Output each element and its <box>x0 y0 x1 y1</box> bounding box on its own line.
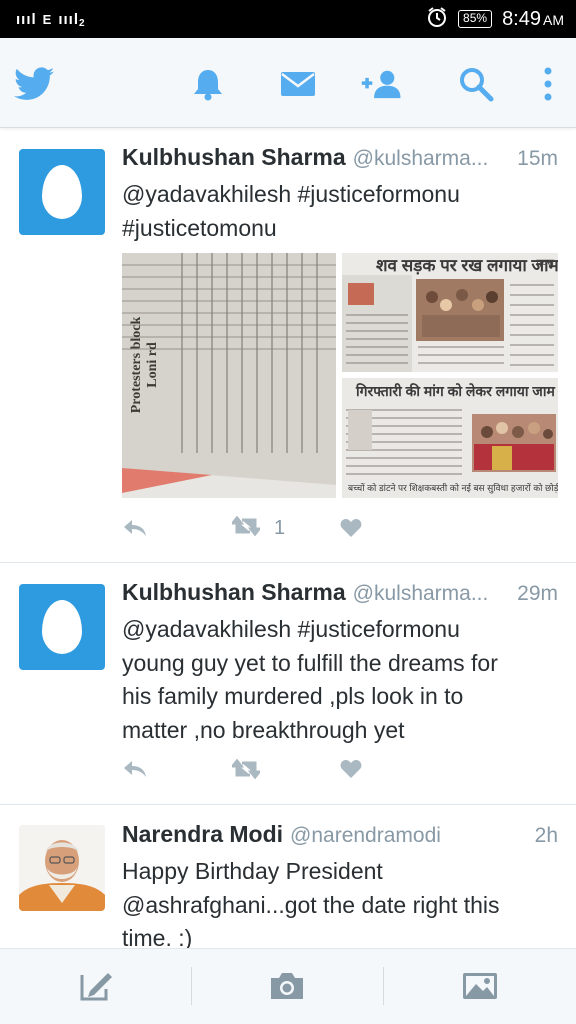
media-headline-top: शव सड़क पर रख लगाया जाम <box>376 256 558 275</box>
search-icon[interactable] <box>454 62 498 106</box>
signal-strength-1: ıııl <box>16 10 37 28</box>
alarm-icon <box>426 6 448 33</box>
battery-indicator: 85% <box>458 10 493 28</box>
media-photo-newspaper-3[interactable]: गिरफ्तारी की मांग को लेकर लगाया जाम बच्च… <box>342 378 558 498</box>
twitter-bird-icon[interactable] <box>12 62 56 106</box>
bottom-compose-bar <box>0 948 576 1024</box>
tweet-text: @yadavakhilesh #justiceformonu young guy… <box>122 616 498 743</box>
avatar-default-egg[interactable] <box>19 149 105 235</box>
reply-icon[interactable] <box>122 755 148 783</box>
avatar-default-egg[interactable] <box>19 584 105 670</box>
sim-index: 2 <box>79 17 86 29</box>
tweet-item[interactable]: Kulbhushan Sharma @kulsharma... 15m @yad… <box>0 128 576 563</box>
signal-strength-2: ıııl <box>58 10 80 28</box>
like-heart-icon[interactable] <box>340 514 362 542</box>
tweet-author-name[interactable]: Kulbhushan Sharma <box>122 144 346 171</box>
media-footer-2: बस्ती को नई बस सुविधा हजारों को छोड़ी <box>431 483 558 493</box>
media-photo-newspaper-2[interactable]: शव सड़क पर रख लगाया जाम एक्स <box>342 253 558 372</box>
retweet-button[interactable]: 1 <box>229 514 286 542</box>
tweet-author-handle[interactable]: @narendramodi <box>290 824 525 848</box>
signal-indicators: ıııl E ıııl 2 <box>16 10 86 29</box>
tweet-author-name[interactable]: Narendra Modi <box>122 821 283 848</box>
more-options-icon[interactable] <box>526 62 570 106</box>
messages-envelope-icon[interactable] <box>276 62 320 106</box>
photo-gallery-icon[interactable] <box>452 961 508 1011</box>
status-bar: ıııl E ıııl 2 85% 8:49 AM <box>0 0 576 38</box>
timeline-feed[interactable]: Kulbhushan Sharma @kulsharma... 15m @yad… <box>0 128 576 948</box>
network-type: E <box>42 11 53 27</box>
clock-ampm: AM <box>543 11 564 28</box>
camera-icon[interactable] <box>259 961 315 1011</box>
media-photo-newspaper-1[interactable]: Protesters block Loni rd <box>122 253 336 498</box>
compose-tweet-icon[interactable] <box>68 961 124 1011</box>
retweet-icon[interactable] <box>232 755 260 783</box>
add-user-icon[interactable] <box>360 62 404 106</box>
media-footer-1: बच्चों को डांटने पर शिक्षक <box>348 483 432 493</box>
retweet-icon <box>229 515 263 541</box>
tweet-item[interactable]: Kulbhushan Sharma @kulsharma... 29m @yad… <box>0 563 576 805</box>
clock-time: 8:49 <box>502 7 541 30</box>
notifications-bell-icon[interactable] <box>186 62 230 106</box>
tweet-author-handle[interactable]: @kulsharma... <box>353 582 507 606</box>
like-heart-icon[interactable] <box>340 755 362 783</box>
tweet-item[interactable]: Narendra Modi @narendramodi 2h Happy Bir… <box>0 805 576 948</box>
media-side-label: एक्स <box>536 258 554 269</box>
tweet-timestamp: 15m <box>517 147 558 170</box>
tweet-author-handle[interactable]: @kulsharma... <box>353 147 507 171</box>
tweet-text: @yadavakhilesh #justiceformonu #justicet… <box>122 181 460 241</box>
media-headline-bottom: गिरफ्तारी की मांग को लेकर लगाया जाम <box>356 383 555 399</box>
tweet-author-name[interactable]: Kulbhushan Sharma <box>122 579 346 606</box>
tweet-text: Happy Birthday President @ashrafghani...… <box>122 858 500 948</box>
status-clock: 8:49 AM <box>502 8 564 31</box>
tweet-timestamp: 29m <box>517 582 558 605</box>
tweet-timestamp: 2h <box>534 824 558 847</box>
top-toolbar <box>0 38 576 128</box>
reply-icon[interactable] <box>122 514 148 542</box>
tweet-media-grid[interactable]: Protesters block Loni rd शव सड़क पर रख ल… <box>122 253 558 498</box>
avatar-photo[interactable] <box>19 825 105 911</box>
media-caption-protesters: Protesters block Loni rd <box>129 316 160 414</box>
retweet-count: 1 <box>274 516 286 539</box>
